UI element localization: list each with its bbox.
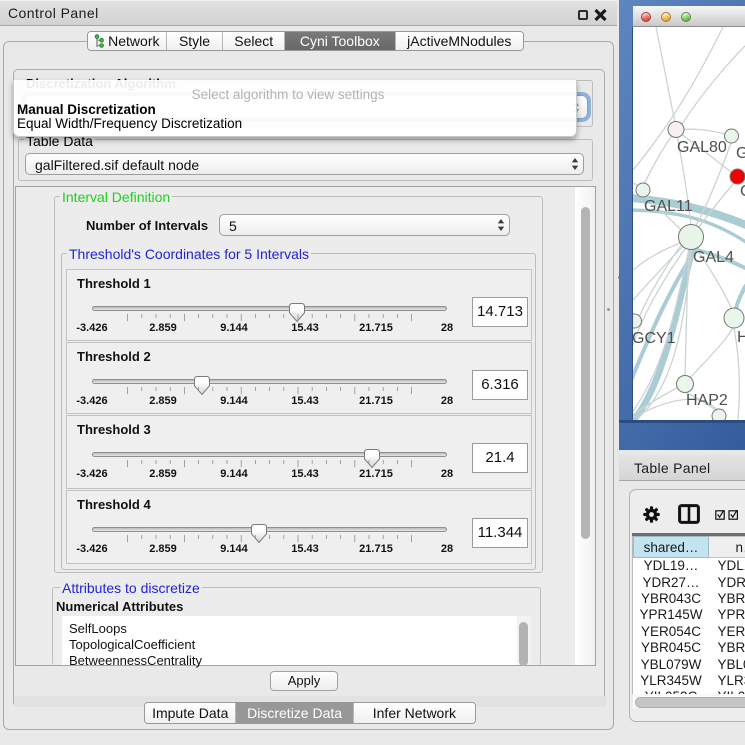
- svg-text:C: C: [740, 183, 745, 200]
- svg-text:HIS: HIS: [737, 329, 745, 346]
- svg-text:GAL: GAL: [736, 145, 745, 162]
- svg-text:GAL80: GAL80: [677, 139, 727, 156]
- svg-text:GCY1: GCY1: [633, 330, 676, 347]
- svg-text:GAL4: GAL4: [693, 249, 734, 266]
- svg-text:HAP2: HAP2: [686, 392, 728, 409]
- svg-text:GAL11: GAL11: [644, 198, 693, 215]
